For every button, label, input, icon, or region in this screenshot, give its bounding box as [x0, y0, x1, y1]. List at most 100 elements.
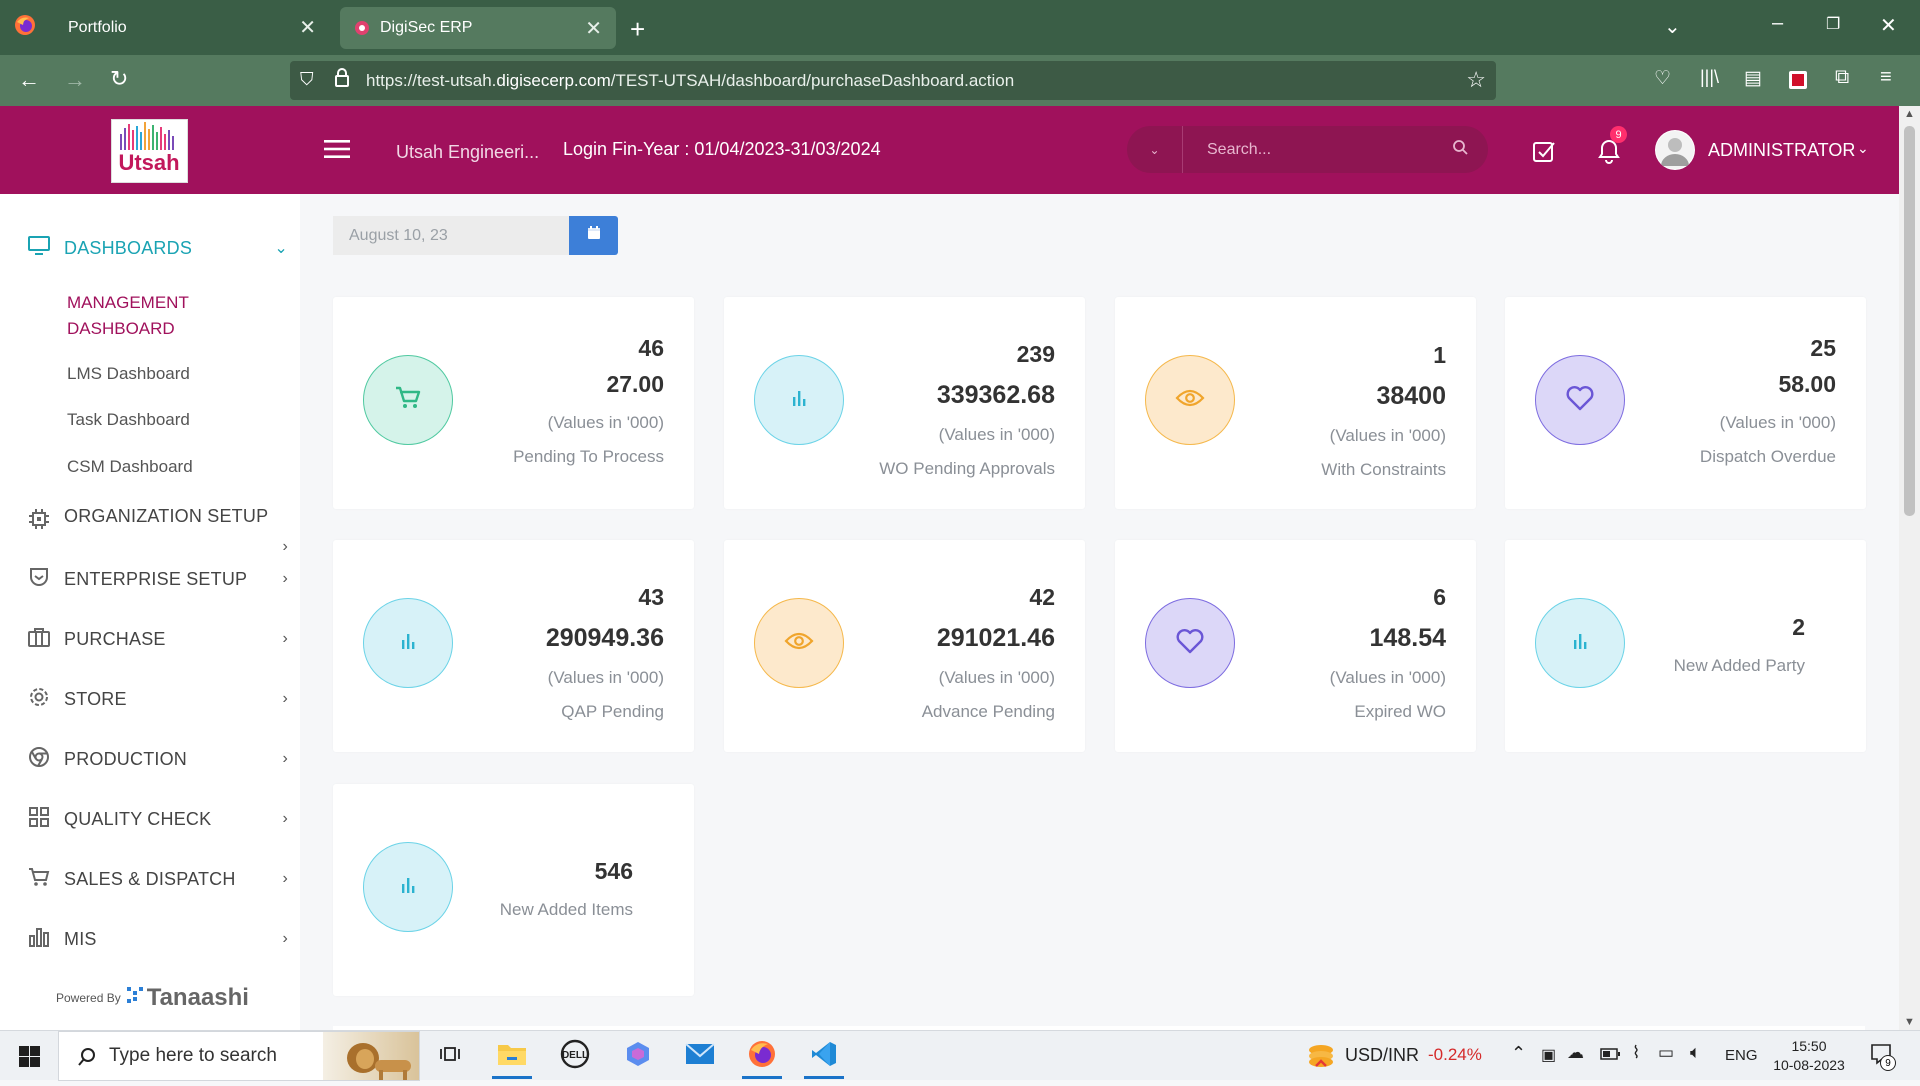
sidebar-item-label: STORE: [64, 688, 127, 709]
card-qap-pending[interactable]: 43 290949.36 (Values in '000) QAP Pendin…: [333, 540, 694, 752]
page-scrollbar[interactable]: ▲ ▼: [1899, 106, 1920, 1030]
date-filter-input[interactable]: August 10, 23: [333, 216, 569, 255]
tray-battery-icon[interactable]: [1600, 1047, 1620, 1065]
tray-onedrive-icon[interactable]: ☁: [1567, 1043, 1584, 1063]
tasks-checkbox-icon[interactable]: [1532, 139, 1556, 168]
card-icon-circle: [1535, 355, 1625, 445]
tab-portfolio[interactable]: Portfolio ✕: [52, 0, 330, 55]
avatar[interactable]: [1655, 130, 1695, 170]
url-bar[interactable]: ⛉ https://test-utsah. digisecerp.com/TEST…: [290, 61, 1496, 100]
pocket-icon[interactable]: ♡: [1654, 67, 1671, 90]
tab-list-icon[interactable]: ⌄: [1664, 14, 1681, 39]
card-count: 546: [594, 858, 633, 884]
taskbar-vscode[interactable]: [796, 1031, 852, 1081]
card-with-constraints[interactable]: 1 38400 (Values in '000) With Constraint…: [1115, 297, 1476, 509]
sidebar-toggle-icon[interactable]: ▤: [1744, 67, 1762, 90]
close-tab-icon[interactable]: ✕: [585, 16, 602, 41]
card-dispatch-overdue[interactable]: 25 58.00 (Values in '000) Dispatch Overd…: [1505, 297, 1866, 509]
forward-icon[interactable]: →: [64, 67, 86, 93]
card-new-added-party[interactable]: 2 New Added Party: [1505, 540, 1866, 752]
card-icon-circle: [363, 598, 453, 688]
card-icon-circle: [1535, 598, 1625, 688]
card-icon-circle: [363, 842, 453, 932]
calendar-button[interactable]: [569, 216, 618, 255]
fx-ticker-label[interactable]: USD/INR: [1345, 1045, 1419, 1066]
card-pending-to-process[interactable]: 46 27.00 (Values in '000) Pending To Pro…: [333, 297, 694, 509]
tab-digisec-erp[interactable]: DigiSec ERP ✕: [340, 7, 616, 49]
sidebar-sub-csm-dashboard[interactable]: CSM Dashboard: [67, 457, 193, 477]
extensions-icon[interactable]: ⧉: [1835, 66, 1849, 89]
sidebar-item-production[interactable]: PRODUCTION ›: [28, 744, 288, 774]
company-logo[interactable]: Utsah: [111, 119, 188, 183]
sidebar-item-sales-dispatch[interactable]: SALES & DISPATCH ›: [28, 864, 288, 894]
restore-icon[interactable]: ❐: [1826, 14, 1840, 34]
sidebar-item-store[interactable]: STORE ›: [28, 684, 288, 714]
scroll-up-icon[interactable]: ▲: [1904, 108, 1915, 120]
back-icon[interactable]: ←: [18, 67, 40, 93]
firefox-menu-icon[interactable]: [14, 14, 36, 36]
taskbar-dell[interactable]: DELL: [547, 1031, 603, 1081]
close-tab-icon[interactable]: ✕: [299, 15, 316, 40]
tray-meet-icon[interactable]: ▣: [1541, 1045, 1556, 1065]
sidebar-item-enterprise-setup[interactable]: ENTERPRISE SETUP ›: [28, 564, 288, 594]
minimize-icon[interactable]: –: [1772, 12, 1783, 35]
taskbar-copilot[interactable]: [610, 1031, 666, 1081]
tray-display-icon[interactable]: ▭: [1658, 1043, 1674, 1063]
stocks-widget-icon[interactable]: [1306, 1041, 1336, 1076]
tray-wifi-icon[interactable]: ⌇: [1632, 1043, 1640, 1063]
library-icon[interactable]: |||\: [1700, 67, 1719, 88]
card-wo-pending-approvals[interactable]: 239 339362.68 (Values in '000) WO Pendin…: [724, 297, 1085, 509]
reload-icon[interactable]: ↻: [110, 66, 128, 92]
card-icon-circle: [754, 598, 844, 688]
card-label: Dispatch Overdue: [1699, 447, 1836, 466]
sidebar-item-dashboards[interactable]: DASHBOARDS ⌄: [28, 233, 288, 263]
taskbar-task-view[interactable]: [422, 1031, 478, 1081]
scroll-down-icon[interactable]: ▼: [1904, 1016, 1915, 1028]
company-name[interactable]: Utsah Engineeri...: [396, 142, 539, 163]
search-scope-dropdown[interactable]: ⌄: [1127, 126, 1183, 173]
svg-text:DELL: DELL: [562, 1050, 588, 1061]
close-window-icon[interactable]: ✕: [1880, 13, 1897, 38]
new-tab-icon[interactable]: +: [630, 14, 645, 45]
sidebar-item-quality-check[interactable]: QUALITY CHECK ›: [28, 804, 288, 834]
tray-chevron-up-icon[interactable]: ⌃: [1511, 1043, 1526, 1064]
sidebar-sub-task-dashboard[interactable]: Task Dashboard: [67, 410, 190, 430]
sidebar-item-label: QUALITY CHECK: [64, 808, 212, 829]
chevron-right-icon: ›: [282, 750, 288, 767]
card-expired-wo[interactable]: 6 148.54 (Values in '000) Expired WO: [1115, 540, 1476, 752]
taskbar-mail[interactable]: [672, 1031, 728, 1081]
bookmark-star-icon[interactable]: ☆: [1466, 67, 1486, 93]
lock-icon[interactable]: [334, 68, 350, 93]
hamburger-menu-icon[interactable]: [324, 139, 350, 159]
tray-volume-icon[interactable]: 🔈︎: [1690, 1042, 1701, 1063]
sidebar-sub-lms-dashboard[interactable]: LMS Dashboard: [67, 364, 190, 384]
app-menu-icon[interactable]: ≡: [1880, 66, 1892, 89]
powered-by-label: Powered By: [56, 991, 121, 1005]
windows-start-icon[interactable]: [19, 1046, 40, 1072]
taskbar-search-input[interactable]: Type here to search: [58, 1031, 420, 1081]
shield-icon[interactable]: ⛉: [300, 69, 314, 90]
dell-icon: DELL: [560, 1039, 590, 1074]
system-clock[interactable]: 15:50 10-08-2023: [1770, 1037, 1848, 1075]
sidebar-sub-management-dashboard[interactable]: MANAGEMENT DASHBOARD: [67, 290, 247, 342]
cpu-icon: [28, 508, 50, 535]
sidebar-item-purchase[interactable]: PURCHASE ›: [28, 624, 288, 654]
clock-date: 10-08-2023: [1773, 1057, 1845, 1073]
tab-title: DigiSec ERP: [380, 19, 473, 36]
taskbar-firefox[interactable]: [734, 1031, 790, 1081]
sidebar-item-mis[interactable]: MIS ›: [28, 924, 288, 954]
bar-chart-icon: [790, 389, 808, 412]
chevron-down-icon[interactable]: ⌄: [1857, 140, 1869, 157]
card-advance-pending[interactable]: 42 291021.46 (Values in '000) Advance Pe…: [724, 540, 1085, 752]
extension-mcafee-icon[interactable]: [1789, 71, 1807, 89]
card-new-added-items[interactable]: 546 New Added Items: [333, 784, 694, 996]
search-input[interactable]: [1207, 138, 1437, 162]
taskbar-file-explorer[interactable]: [484, 1031, 540, 1081]
sidebar-item-organization-setup[interactable]: ORGANIZATION SETUP ›: [28, 504, 288, 564]
url-domain: digisecerp.com: [496, 70, 611, 90]
input-language[interactable]: ENG: [1725, 1047, 1758, 1064]
scrollbar-thumb[interactable]: [1904, 126, 1915, 516]
card-count: 43: [638, 584, 664, 610]
search-icon[interactable]: [1452, 139, 1468, 160]
user-menu[interactable]: ADMINISTRATOR: [1708, 140, 1855, 161]
